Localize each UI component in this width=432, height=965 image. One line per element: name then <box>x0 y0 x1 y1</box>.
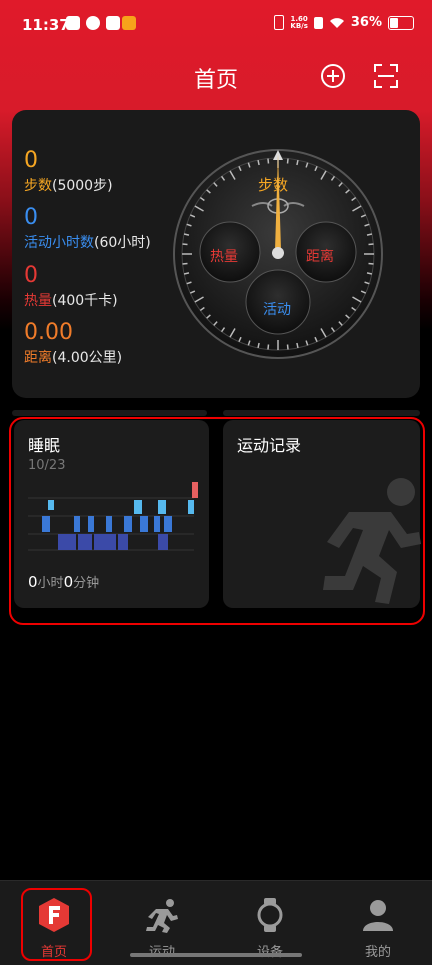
distance-stat: 0.00 距离(4.00公里) <box>24 320 122 368</box>
calories-value: 0 <box>24 263 38 288</box>
nav-exercise-label: 运动 <box>108 941 216 960</box>
status-time: 11:37 <box>22 16 70 34</box>
notification-icon <box>106 16 120 30</box>
distance-goal: (4.00公里) <box>52 350 123 366</box>
home-indicator[interactable] <box>130 953 302 957</box>
scan-icon[interactable] <box>372 62 400 90</box>
plus-circle-icon[interactable] <box>319 62 347 90</box>
page-title: 首页 <box>193 68 238 93</box>
vibrate-icon <box>274 15 285 30</box>
dial-calories-label: 热量 <box>210 249 238 265</box>
nav-device-label: 设备 <box>216 941 324 960</box>
user-icon <box>363 900 393 931</box>
calories-stat: 0 热量(400千卡) <box>24 263 118 311</box>
active-hours-label: 活动小时数 <box>24 235 94 251</box>
notification-icon <box>122 16 136 30</box>
active-hours-goal: (60小时) <box>94 235 151 251</box>
network-speed: 1.60 KB/s <box>290 14 308 30</box>
battery-text: 36% <box>350 15 382 30</box>
no-sim-icon <box>313 16 323 29</box>
active-hours-stat: 0 活动小时数(60小时) <box>24 205 151 253</box>
highlight-box <box>9 417 425 625</box>
dial-activity-label: 活动 <box>263 302 291 318</box>
status-bar: 11:37 1.60 KB/s 36% <box>0 0 432 52</box>
dial-hand <box>272 154 284 259</box>
calories-label: 热量 <box>24 293 52 309</box>
steps-value: 0 <box>24 148 38 173</box>
steps-label: 步数 <box>24 178 52 194</box>
nav-profile[interactable]: 我的 <box>324 881 432 965</box>
watch-icon <box>257 898 283 932</box>
highlight-box <box>21 888 92 961</box>
steps-goal: (5000步) <box>52 178 113 194</box>
dial-distance-label: 距离 <box>306 249 334 265</box>
activity-summary-card[interactable]: 0 步数(5000步) 0 活动小时数(60小时) 0 热量(400千卡) 0.… <box>12 110 420 398</box>
running-icon <box>146 899 178 933</box>
notification-icon <box>86 16 100 30</box>
steps-stat: 0 步数(5000步) <box>24 148 113 196</box>
battery-icon <box>388 15 414 30</box>
card-divider <box>223 410 420 416</box>
notification-icon <box>66 16 80 30</box>
active-hours-value: 0 <box>24 205 38 230</box>
distance-value: 0.00 <box>24 320 73 345</box>
wifi-icon <box>329 17 344 28</box>
nav-profile-label: 我的 <box>364 945 391 960</box>
app-header: 首页 <box>0 52 432 106</box>
distance-label: 距离 <box>24 350 52 366</box>
card-divider <box>12 410 207 416</box>
calories-goal: (400千卡) <box>52 293 118 309</box>
